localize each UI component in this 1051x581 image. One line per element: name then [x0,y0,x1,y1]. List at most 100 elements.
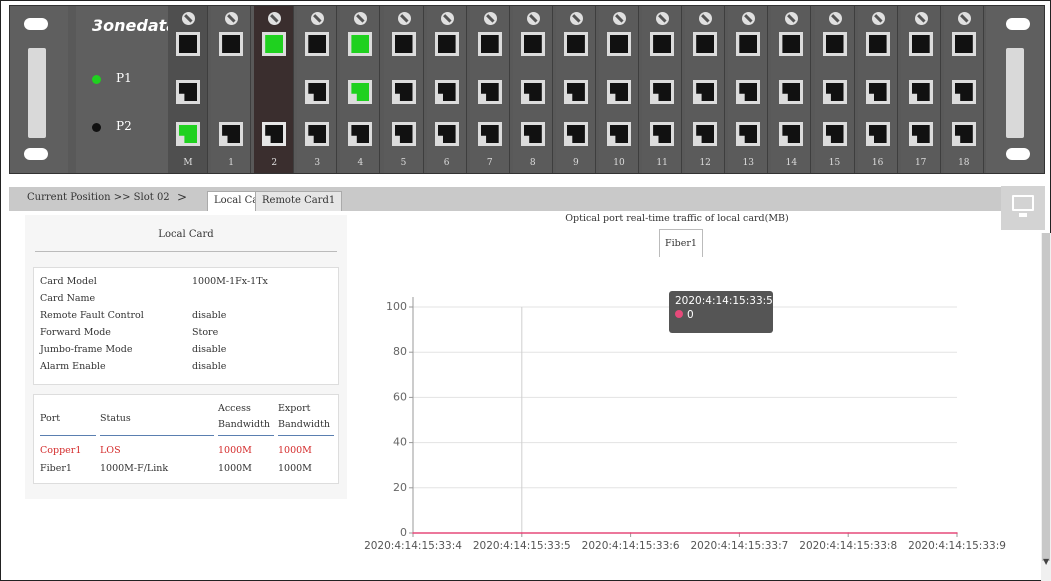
y-tick-label: 100 [386,300,407,313]
port-icon[interactable] [434,122,459,146]
port-icon[interactable] [693,32,718,56]
port-icon[interactable] [176,80,200,104]
port-icon[interactable] [908,32,933,56]
power-led-p2 [92,123,101,132]
screw-icon [483,12,497,25]
port-icon[interactable] [779,32,804,56]
slot-1[interactable]: 1 [211,6,252,173]
port-icon[interactable] [951,80,976,104]
slot-number-label: 15 [828,158,841,168]
port-icon[interactable] [650,80,675,104]
slot-5[interactable]: 5 [383,6,424,173]
port-icon[interactable] [477,80,502,104]
tab-fiber1[interactable]: Fiber1 [659,229,703,257]
breadcrumb: Current Position >> Slot 02 [27,192,170,203]
data-point [412,532,414,534]
port-icon[interactable] [736,32,761,56]
slot-6[interactable]: 6 [426,6,467,173]
port-icon[interactable] [779,122,804,146]
port-icon[interactable] [305,32,330,56]
slot-15[interactable]: 15 [814,6,855,173]
port-icon[interactable] [262,32,287,56]
col-header-port: Port [40,413,61,424]
slot-13[interactable]: 13 [728,6,769,173]
scrollbar-thumb[interactable] [1042,233,1050,561]
port-icon[interactable] [348,122,373,146]
port-icon[interactable] [262,122,287,146]
port-icon[interactable] [693,122,718,146]
y-tick-label: 80 [393,345,407,358]
port-icon[interactable] [391,32,416,56]
port-icon[interactable] [563,32,588,56]
port-socket [394,35,413,53]
slot-12[interactable]: 12 [685,6,726,173]
port-icon[interactable] [865,122,890,146]
port-icon[interactable] [865,32,890,56]
port-icon[interactable] [822,122,847,146]
port-icon[interactable] [176,32,200,56]
port-icon[interactable] [176,122,200,146]
slot-16[interactable]: 16 [857,6,898,173]
screw-icon [957,12,971,25]
port-icon[interactable] [219,122,244,146]
port-icon[interactable] [477,32,502,56]
slot-8[interactable]: 8 [512,6,553,173]
port-icon[interactable] [434,32,459,56]
scrollbar[interactable]: ▼ [1041,233,1051,581]
port-icon[interactable] [477,122,502,146]
slot-3[interactable]: 3 [297,6,338,173]
header-underline [278,435,334,436]
port-icon[interactable] [391,122,416,146]
screw-icon [656,12,670,25]
port-icon[interactable] [607,32,631,56]
slot-17[interactable]: 17 [900,6,941,173]
screw-icon [182,12,195,25]
slot-4[interactable]: 4 [340,6,381,173]
port-icon[interactable] [520,80,545,104]
slot-10[interactable]: 10 [599,6,639,173]
port-icon[interactable] [650,32,675,56]
port-icon[interactable] [219,32,244,56]
port-socket [523,35,542,53]
slot-18[interactable]: 18 [943,6,984,173]
port-icon[interactable] [736,80,761,104]
port-icon[interactable] [607,122,631,146]
port-icon[interactable] [520,32,545,56]
port-icon[interactable] [908,122,933,146]
slot-9[interactable]: 9 [555,6,596,173]
port-icon[interactable] [908,80,933,104]
port-icon[interactable] [865,80,890,104]
slot-14[interactable]: 14 [771,6,812,173]
tab-remote-card[interactable]: Remote Card1 [255,191,343,211]
slot-7[interactable]: 7 [469,6,510,173]
port-icon[interactable] [779,80,804,104]
series-dot-icon [675,310,683,318]
field-label: Remote Fault Control [40,310,144,321]
port-icon[interactable] [348,32,373,56]
scroll-down-arrow-icon[interactable]: ▼ [1043,557,1049,566]
port-socket [911,83,930,101]
port-icon[interactable] [693,80,718,104]
port-icon[interactable] [391,80,416,104]
port-icon[interactable] [951,32,976,56]
port-icon[interactable] [348,80,373,104]
slot-m[interactable]: M [168,6,208,173]
port-icon[interactable] [736,122,761,146]
slot-11[interactable]: 11 [642,6,683,173]
port-icon[interactable] [563,80,588,104]
port-socket [394,83,413,101]
port-icon[interactable] [305,80,330,104]
port-icon[interactable] [520,122,545,146]
port-icon[interactable] [951,122,976,146]
port-icon[interactable] [822,80,847,104]
port-icon[interactable] [650,122,675,146]
y-tick-label: 40 [393,436,407,449]
col-header-export: Export [278,403,311,414]
port-icon[interactable] [305,122,330,146]
port-icon[interactable] [434,80,459,104]
port-icon[interactable] [822,32,847,56]
port-icon[interactable] [607,80,631,104]
port-icon[interactable] [563,122,588,146]
slot-2[interactable]: 2 [254,6,295,173]
table-cell: LOS [100,445,121,456]
